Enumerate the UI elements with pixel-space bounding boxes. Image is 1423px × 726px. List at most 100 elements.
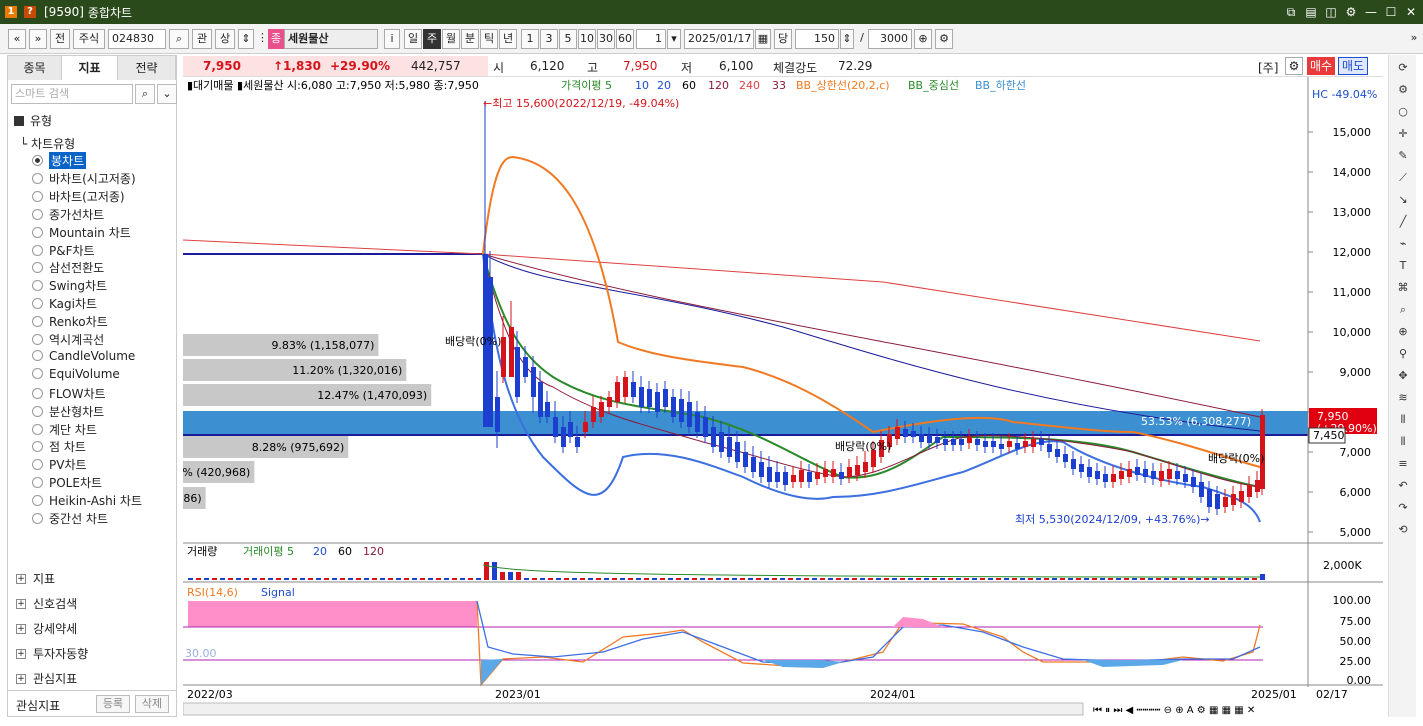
updown-icon[interactable]: ⇕ (238, 29, 254, 49)
hbars-icon[interactable]: ⦀ (1393, 433, 1413, 451)
section-item[interactable]: + 신호검색 (16, 595, 77, 612)
radio-icon[interactable] (32, 190, 43, 202)
chart-type-item[interactable]: 종가선차트 (32, 206, 104, 223)
chart-type-item[interactable]: Renko차트 (32, 313, 108, 330)
dropdown-icon[interactable]: ⌄ (157, 84, 177, 104)
chart-type-item[interactable]: 삼선전환도 (32, 259, 104, 276)
dang-button[interactable]: 당 (774, 29, 792, 49)
radio-icon[interactable] (32, 262, 43, 274)
refresh-icon[interactable]: ⟳ (1393, 59, 1413, 77)
radio-icon[interactable] (32, 298, 43, 310)
period-day[interactable]: 일 (404, 29, 422, 49)
tab-indicators[interactable]: 지표 (62, 56, 118, 80)
chart-type-item[interactable]: 바차트(시고저종) (32, 170, 136, 187)
chart-svg[interactable]: 9.83% (1,158,077) 11.20% (1,320,016) 12.47… (109, 77, 1383, 717)
register-button[interactable]: 등록 (96, 695, 130, 713)
help-badge[interactable]: ? (24, 6, 36, 18)
jeon-button[interactable]: 전 (50, 29, 70, 49)
chart-type-item[interactable]: PV차트 (32, 456, 87, 473)
chart-type-item[interactable]: POLE차트 (32, 474, 102, 491)
section-item[interactable]: + 지표 (16, 570, 55, 587)
view-count-input[interactable]: 150 (795, 29, 839, 49)
line-tool-icon[interactable]: ⟋ (1393, 169, 1413, 187)
period-tick[interactable]: 틱 (480, 29, 498, 49)
radio-icon[interactable] (32, 172, 43, 184)
chart-type-item[interactable]: 분산형차트 (32, 403, 104, 420)
radio-icon[interactable] (32, 155, 43, 166)
chart-type-item[interactable]: P&F차트 (32, 242, 95, 259)
radio-icon[interactable] (32, 244, 43, 256)
tab-strategy[interactable]: 전략 (118, 56, 176, 80)
magnifier-icon[interactable]: ⌕ (1393, 301, 1413, 319)
count-5[interactable]: 5 (559, 29, 577, 49)
config-icon[interactable]: ⚙ (935, 29, 953, 49)
chart-type-item[interactable]: CandleVolume (32, 349, 135, 363)
date-input[interactable]: 2025/01/17 (684, 29, 754, 49)
radio-icon[interactable] (32, 441, 43, 453)
expand-plus-icon[interactable]: + (16, 623, 26, 634)
pen-icon[interactable]: ✎ (1393, 147, 1413, 165)
section-item[interactable]: + 관심지표 (16, 670, 77, 687)
info-button[interactable]: i (384, 29, 400, 49)
all-tool-icon[interactable]: ⌘ (1393, 279, 1413, 297)
chart-type-item[interactable]: EquiVolume (32, 367, 120, 381)
smart-search-input[interactable]: 스마트 검색 (11, 84, 133, 104)
buy-button[interactable]: 매수 (1307, 57, 1335, 75)
count-60[interactable]: 60 (616, 29, 634, 49)
expand-plus-icon[interactable]: + (16, 573, 26, 584)
sell-button[interactable]: 매도 (1338, 57, 1368, 75)
gwan-button[interactable]: 관 (192, 29, 212, 49)
chart-type-item[interactable]: 역시계곡선 (32, 331, 104, 348)
chart-type-item[interactable]: 바차트(고저종) (32, 188, 125, 205)
ray-tool-icon[interactable]: ↘ (1393, 191, 1413, 209)
undo-icon[interactable]: ↶ (1393, 477, 1413, 495)
circle-icon[interactable]: ○ (1393, 103, 1413, 121)
chart-area[interactable]: 9.83% (1,158,077) 11.20% (1,320,016) 12.47… (109, 77, 1383, 717)
expand-icon[interactable]: » (1408, 29, 1420, 49)
section-item[interactable]: + 투자자동향 (16, 645, 88, 662)
next-button[interactable]: » (29, 29, 47, 49)
count-30[interactable]: 30 (597, 29, 615, 49)
zoom-icon[interactable]: ⊕ (914, 29, 932, 49)
chart-type-item[interactable]: Swing차트 (32, 277, 107, 294)
chart-type-item[interactable]: 계단 차트 (32, 421, 97, 438)
delete-button[interactable]: 삭제 (135, 695, 169, 713)
svg-text:⏮ ⏸ ⏭ ◀ ┅┅┅┅ ⊖ ⊕ A ⚙ ▦ ▦ ▦ ✕[interactable]: ⏮ ⏸ ⏭ ◀ ┅┅┅┅ ⊖ ⊕ A ⚙ ▦ ▦ ▦ ✕ (1093, 705, 1255, 716)
expand-plus-icon[interactable]: + (16, 648, 26, 659)
radio-icon[interactable] (32, 477, 43, 489)
trend-line-icon[interactable]: ╱ (1393, 213, 1413, 231)
market-select[interactable]: 주식 (73, 29, 105, 49)
chart-type-item[interactable]: Kagi차트 (32, 295, 97, 312)
radio-icon[interactable] (32, 280, 43, 292)
radio-icon[interactable] (32, 368, 43, 380)
radio-icon[interactable] (32, 513, 43, 524)
count-3[interactable]: 3 (540, 29, 558, 49)
radio-icon[interactable] (32, 208, 43, 220)
radio-icon[interactable] (32, 350, 43, 362)
bars-icon[interactable]: ⦀ (1393, 411, 1413, 429)
radio-icon[interactable] (32, 387, 43, 399)
period-week[interactable]: 주 (423, 29, 441, 49)
period-minute[interactable]: 분 (461, 29, 479, 49)
history-icon[interactable]: ⟲ (1393, 521, 1413, 539)
max-count-input[interactable]: 3000 (868, 29, 912, 49)
search-icon[interactable]: ⌕ (169, 29, 189, 49)
count-10[interactable]: 10 (578, 29, 596, 49)
radio-icon[interactable] (32, 405, 43, 417)
count-spinner[interactable]: ⇕ (840, 29, 854, 49)
scroll-controls[interactable]: ⏮ ⏸ ⏭ ◀ ┅┅┅┅ ⊖ ⊕ A ⚙ ▦ ▦ ▦ ✕ (1093, 705, 1255, 716)
chart-type-item[interactable]: Mountain 차트 (32, 224, 131, 241)
radio-icon[interactable] (32, 495, 43, 507)
gear-icon[interactable]: ⚙ (1393, 81, 1413, 99)
calendar-icon[interactable]: ▦ (755, 29, 771, 49)
save-icon[interactable]: ▤ (1303, 4, 1319, 20)
chart-type-item[interactable]: Heikin-Ashi 차트 (32, 492, 142, 509)
move-tool-icon[interactable]: ✥ (1393, 367, 1413, 385)
redo-icon[interactable]: ↷ (1393, 499, 1413, 517)
section-item[interactable]: + 강세약세 (16, 620, 77, 637)
code-input[interactable]: 024830 (108, 29, 166, 49)
menu-dots-icon[interactable]: ⋮ (257, 29, 268, 49)
chart-type-item[interactable]: FLOW차트 (32, 385, 106, 402)
period-year[interactable]: 년 (499, 29, 517, 49)
interval-dropdown-icon[interactable]: ▾ (667, 29, 681, 49)
